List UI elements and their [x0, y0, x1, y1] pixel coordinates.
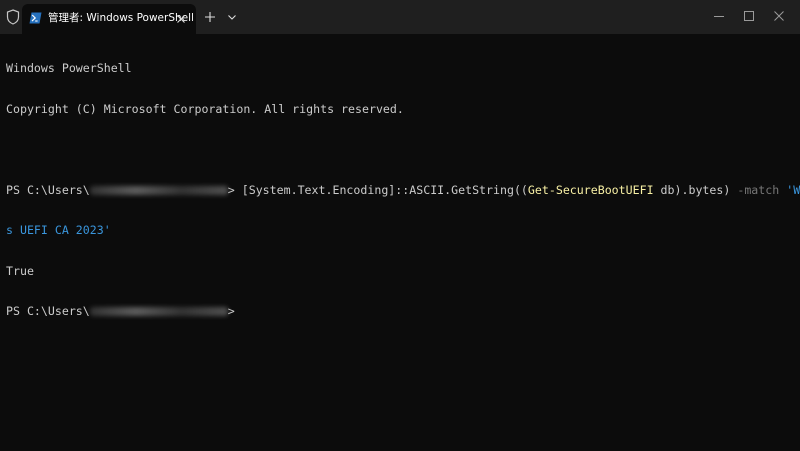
title-bar[interactable]: 管理者: Windows PowerShell — [0, 0, 800, 34]
prompt-line[interactable]: PS C:\Users\ > — [6, 304, 796, 319]
tab-powershell[interactable]: 管理者: Windows PowerShell — [22, 4, 196, 34]
redacted-username — [89, 185, 228, 195]
shield-icon — [6, 9, 20, 25]
prompt-prefix: PS C:\Users\ — [6, 304, 90, 318]
close-icon[interactable] — [771, 8, 787, 24]
prompt-prefix: PS C:\Users\ — [6, 182, 90, 197]
header-line: Windows PowerShell — [6, 61, 132, 75]
prompt-suffix: > — [227, 304, 235, 318]
output-line: True — [6, 263, 34, 278]
tab-title: 管理者: Windows PowerShell — [48, 12, 194, 24]
chevron-down-icon[interactable] — [226, 11, 238, 23]
cmdlet-name: Get-SecureBootUEFI — [527, 182, 654, 197]
copyright-line: Copyright (C) Microsoft Corporation. All… — [6, 101, 404, 116]
cmdlet-argument: db — [653, 182, 675, 197]
terminal-output[interactable]: Windows PowerShell Copyright (C) Microso… — [6, 35, 800, 346]
powershell-icon — [29, 12, 42, 24]
maximize-icon[interactable] — [741, 8, 757, 24]
minimize-icon[interactable] — [711, 8, 727, 24]
command-line-wrap: s UEFI CA 2023' — [6, 223, 796, 238]
close-icon[interactable] — [174, 12, 188, 26]
string-literal-part2: s UEFI CA 2023' — [6, 223, 111, 237]
plus-icon[interactable] — [203, 10, 217, 24]
redacted-username — [89, 307, 228, 316]
terminal-window: 管理者: Windows PowerShell Windows PowerShe… — [0, 0, 800, 451]
command-text-2: ).bytes) — [674, 182, 738, 197]
prompt-suffix: > — [227, 182, 235, 197]
command-text: [System.Text.Encoding]::ASCII.GetString(… — [234, 182, 528, 197]
match-operator: -match — [737, 182, 780, 197]
string-literal-part1: 'Window — [786, 182, 800, 197]
command-line: PS C:\Users\ > [System.Text.Encoding]::AS… — [6, 182, 800, 198]
